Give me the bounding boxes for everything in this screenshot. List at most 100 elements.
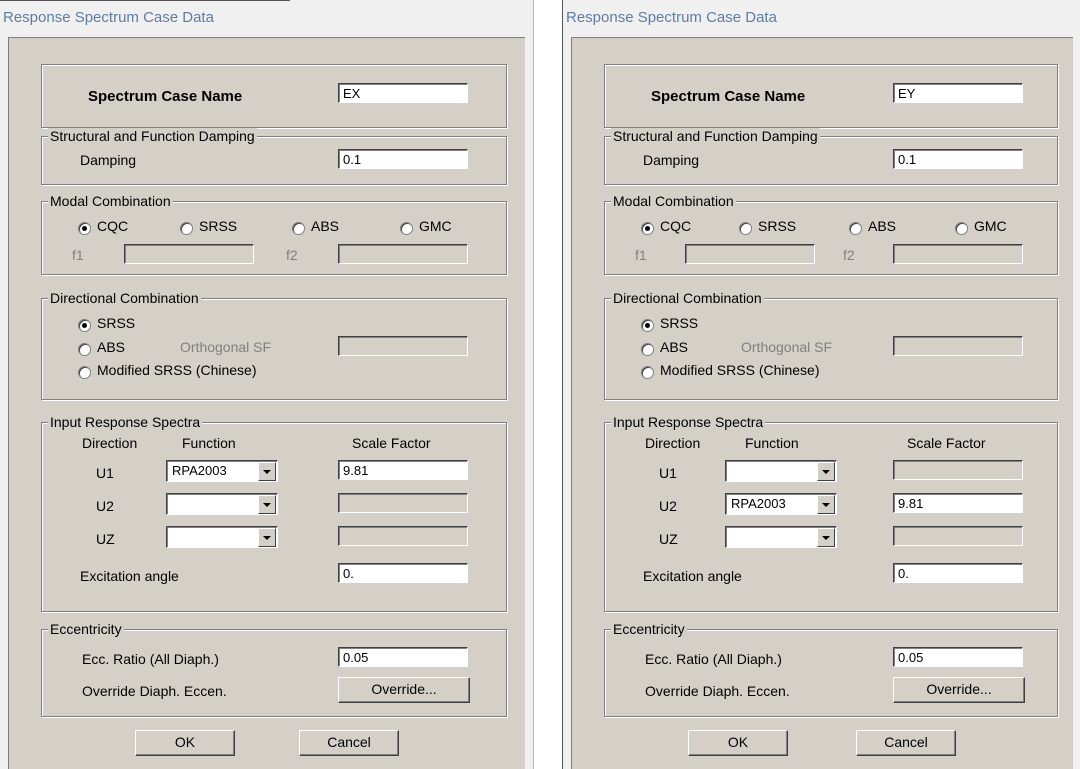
radio-abs[interactable]: [292, 222, 305, 235]
case-name-label: Spectrum Case Name: [88, 88, 243, 105]
scale-factor-u2: [338, 493, 468, 513]
ecc-ratio-input[interactable]: 0.05: [893, 647, 1023, 667]
f1-label: f1: [72, 247, 84, 263]
radio-srss[interactable]: [180, 222, 193, 235]
radio-gmc[interactable]: [955, 222, 968, 235]
damping-group: Structural and Function Damping Damping …: [41, 128, 507, 185]
excitation-angle-input[interactable]: 0.: [893, 563, 1023, 583]
radio-cqc-label: CQC: [97, 218, 129, 234]
chevron-down-icon[interactable]: [817, 528, 835, 547]
dialog-body: Spectrum Case Name EY Structural and Fun…: [571, 37, 1073, 769]
radio-srss[interactable]: [739, 222, 752, 235]
dialog-title: Response Spectrum Case Data: [566, 9, 777, 26]
radio-dir-srss[interactable]: [78, 319, 91, 332]
ecc-ratio-input[interactable]: 0.05: [338, 647, 468, 667]
case-name-label: Spectrum Case Name: [651, 88, 806, 105]
radio-dir-modified[interactable]: [641, 366, 654, 379]
cancel-button[interactable]: Cancel: [299, 730, 399, 756]
chevron-down-icon[interactable]: [258, 462, 276, 481]
col-function: Function: [745, 435, 799, 451]
radio-cqc-label: CQC: [660, 218, 692, 234]
case-name-panel: Spectrum Case Name EY: [604, 64, 1058, 128]
dialog-ex: Response Spectrum Case Data Spectrum Cas…: [0, 0, 534, 769]
excitation-angle-input[interactable]: 0.: [338, 563, 468, 583]
orthogonal-sf-input: [338, 336, 468, 356]
radio-srss-label: SRSS: [199, 218, 238, 234]
radio-dir-srss-label: SRSS: [660, 315, 699, 331]
radio-gmc[interactable]: [400, 222, 413, 235]
input-spectra-label: Input Response Spectra: [611, 414, 766, 430]
ok-button[interactable]: OK: [135, 730, 235, 756]
chevron-down-icon[interactable]: [817, 462, 835, 481]
f2-input: [338, 244, 468, 264]
directional-combination-group: Directional Combination SRSS ABS Orthogo…: [41, 290, 507, 400]
damping-label: Damping: [80, 152, 137, 168]
scale-factor-uz: [893, 526, 1023, 546]
dialog-title: Response Spectrum Case Data: [3, 9, 214, 26]
eccentricity-label: Eccentricity: [611, 621, 687, 637]
input-spectra-group: Input Response Spectra Direction Functio…: [604, 414, 1058, 612]
radio-abs-label: ABS: [868, 218, 897, 234]
eccentricity-group: Eccentricity Ecc. Ratio (All Diaph.) 0.0…: [41, 621, 507, 717]
scale-factor-uz: [338, 526, 468, 546]
radio-dir-abs-label: ABS: [97, 339, 126, 355]
dir-uz-label: UZ: [659, 531, 678, 547]
dir-u2-label: U2: [96, 498, 114, 514]
dir-u1-label: U1: [96, 465, 114, 481]
ecc-ratio-label: Ecc. Ratio (All Diaph.): [645, 651, 782, 667]
f1-label: f1: [635, 247, 647, 263]
radio-abs[interactable]: [849, 222, 862, 235]
function-select-u1-value: RPA2003: [172, 463, 227, 478]
col-scale-factor: Scale Factor: [352, 435, 431, 451]
damping-label: Damping: [643, 152, 700, 168]
override-button[interactable]: Override...: [338, 677, 470, 703]
modal-combination-label: Modal Combination: [48, 193, 173, 209]
case-name-input[interactable]: EX: [338, 83, 468, 103]
radio-dir-abs-label: ABS: [660, 339, 689, 355]
damping-group: Structural and Function Damping Damping …: [604, 128, 1058, 185]
f2-input: [893, 244, 1023, 264]
excitation-angle-label: Excitation angle: [80, 568, 179, 584]
radio-dir-srss[interactable]: [641, 319, 654, 332]
radio-cqc[interactable]: [641, 222, 654, 235]
function-select-uz[interactable]: [166, 526, 278, 548]
function-select-uz[interactable]: [725, 526, 837, 548]
f1-input: [685, 244, 815, 264]
case-name-input[interactable]: EY: [893, 83, 1023, 103]
ok-button[interactable]: OK: [688, 730, 788, 756]
chevron-down-icon[interactable]: [817, 495, 835, 514]
function-select-u2[interactable]: RPA2003: [725, 493, 837, 515]
f2-label: f2: [843, 247, 855, 263]
chevron-down-icon[interactable]: [258, 495, 276, 514]
damping-input[interactable]: 0.1: [338, 149, 468, 169]
directional-combination-label: Directional Combination: [611, 290, 764, 306]
override-eccen-label: Override Diaph. Eccen.: [82, 683, 227, 699]
cancel-button[interactable]: Cancel: [856, 730, 956, 756]
orthogonal-sf-label: Orthogonal SF: [180, 339, 272, 355]
function-select-u1[interactable]: RPA2003: [166, 460, 278, 482]
title-bar-line: [0, 0, 290, 1]
f2-label: f2: [286, 247, 298, 263]
radio-dir-abs[interactable]: [641, 343, 654, 356]
radio-dir-abs[interactable]: [78, 343, 91, 356]
radio-gmc-label: GMC: [974, 218, 1007, 234]
chevron-down-icon[interactable]: [258, 528, 276, 547]
case-name-panel: Spectrum Case Name EX: [41, 64, 507, 128]
col-direction: Direction: [645, 435, 701, 451]
radio-srss-label: SRSS: [758, 218, 797, 234]
scale-factor-u2[interactable]: 9.81: [893, 493, 1023, 513]
orthogonal-sf-label: Orthogonal SF: [741, 339, 833, 355]
radio-abs-label: ABS: [311, 218, 340, 234]
function-select-u2[interactable]: [166, 493, 278, 515]
damping-group-label: Structural and Function Damping: [48, 128, 257, 144]
f1-input: [124, 244, 254, 264]
dialog-body: Spectrum Case Name EX Structural and Fun…: [8, 37, 525, 769]
scale-factor-u1[interactable]: 9.81: [338, 460, 468, 480]
modal-combination-group: Modal Combination CQC SRSS ABS GMC f1 f2: [41, 193, 507, 275]
radio-cqc[interactable]: [78, 222, 91, 235]
function-select-u1[interactable]: [725, 460, 837, 482]
damping-input[interactable]: 0.1: [893, 149, 1023, 169]
dir-u2-label: U2: [659, 498, 677, 514]
override-button[interactable]: Override...: [893, 677, 1025, 703]
radio-dir-modified[interactable]: [78, 366, 91, 379]
